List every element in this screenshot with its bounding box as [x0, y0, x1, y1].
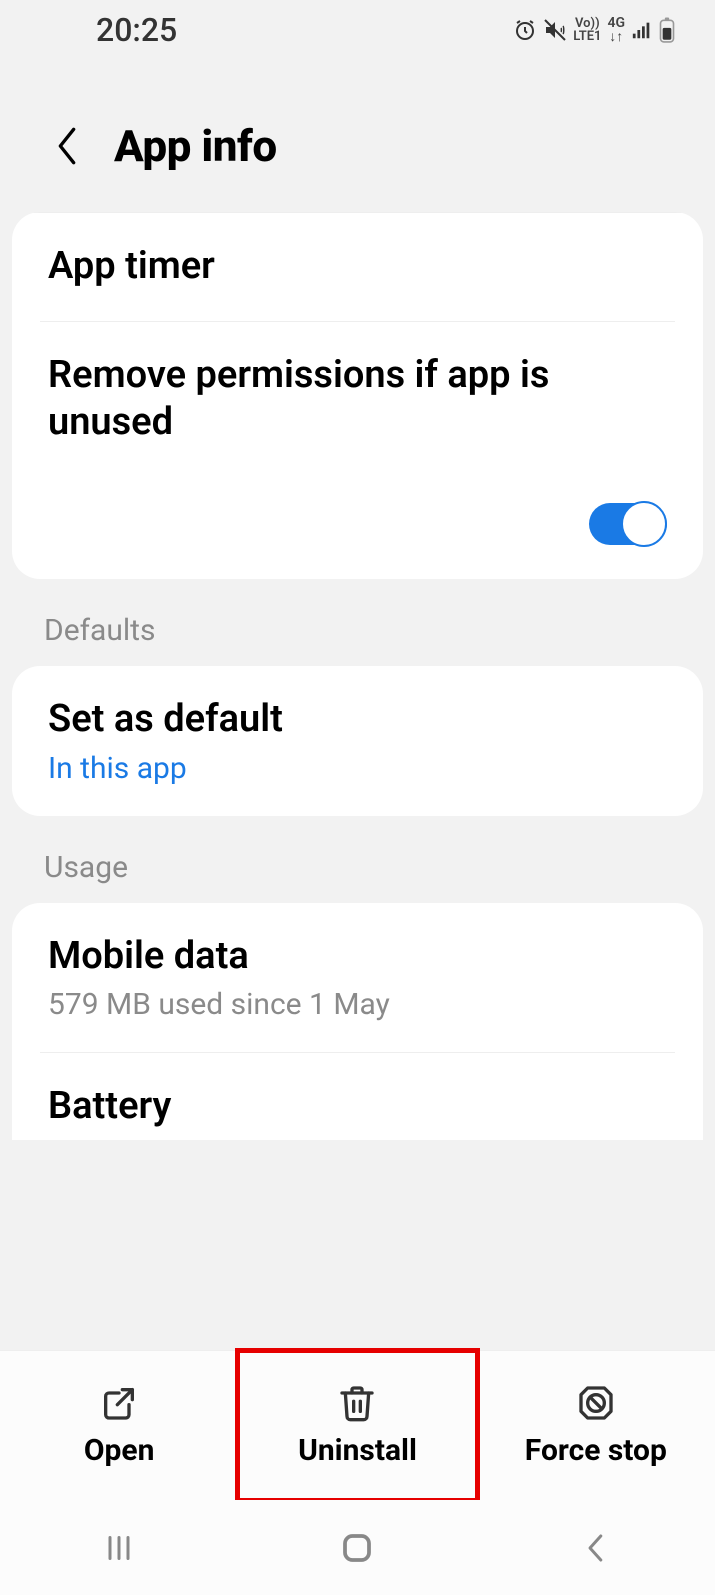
status-bar: 20:25 Vo)) LTE1 4G ↓↑	[0, 0, 715, 60]
card-app-controls: App timer Remove permissions if app is u…	[12, 212, 703, 579]
bottom-action-bar: Open Uninstall Force stop	[0, 1350, 715, 1500]
row-remove-permissions[interactable]: Remove permissions if app is unused	[12, 322, 703, 477]
open-button[interactable]: Open	[0, 1351, 238, 1500]
row-title: Remove permissions if app is unused	[48, 352, 667, 447]
row-remove-permissions-toggle-row	[12, 477, 703, 579]
network-indicator: 4G ↓↑	[607, 16, 625, 44]
stop-icon	[576, 1383, 616, 1423]
mute-vibrate-icon	[543, 18, 567, 42]
page-title: App info	[114, 120, 277, 172]
open-icon	[99, 1383, 139, 1423]
uninstall-button[interactable]: Uninstall	[238, 1351, 476, 1500]
net-top: 4G	[607, 16, 625, 30]
row-set-as-default[interactable]: Set as default In this app	[12, 666, 703, 817]
status-time: 20:25	[96, 11, 177, 49]
card-defaults: Set as default In this app	[12, 666, 703, 817]
row-title: Set as default	[48, 696, 667, 744]
row-battery[interactable]: Battery	[12, 1053, 703, 1141]
status-icons: Vo)) LTE1 4G ↓↑	[513, 16, 675, 44]
back-button[interactable]	[50, 129, 84, 163]
net-bot: ↓↑	[607, 30, 625, 44]
remove-permissions-toggle[interactable]	[589, 503, 667, 545]
recents-button[interactable]	[89, 1528, 149, 1568]
row-mobile-data[interactable]: Mobile data 579 MB used since 1 May	[12, 903, 703, 1052]
uninstall-label: Uninstall	[298, 1433, 417, 1468]
row-title: Battery	[48, 1083, 667, 1131]
signal-icon	[631, 19, 653, 41]
system-nav-bar	[0, 1500, 715, 1595]
section-label-defaults: Defaults	[0, 607, 715, 666]
open-label: Open	[84, 1433, 155, 1468]
trash-icon	[337, 1383, 377, 1423]
force-stop-label: Force stop	[525, 1433, 667, 1468]
volte-bot: LTE1	[573, 30, 601, 43]
row-subtitle: In this app	[48, 751, 667, 786]
force-stop-button[interactable]: Force stop	[477, 1351, 715, 1500]
row-subtitle: 579 MB used since 1 May	[48, 987, 667, 1022]
title-bar: App info	[0, 60, 715, 212]
alarm-icon	[513, 18, 537, 42]
row-app-timer[interactable]: App timer	[12, 212, 703, 321]
row-title: Mobile data	[48, 933, 667, 981]
home-button[interactable]	[327, 1528, 387, 1568]
nav-back-button[interactable]	[566, 1528, 626, 1568]
volte-indicator: Vo)) LTE1	[573, 17, 601, 43]
battery-icon	[659, 17, 675, 43]
section-label-usage: Usage	[0, 844, 715, 903]
row-title: App timer	[48, 243, 667, 291]
card-usage: Mobile data 579 MB used since 1 May Batt…	[12, 903, 703, 1140]
